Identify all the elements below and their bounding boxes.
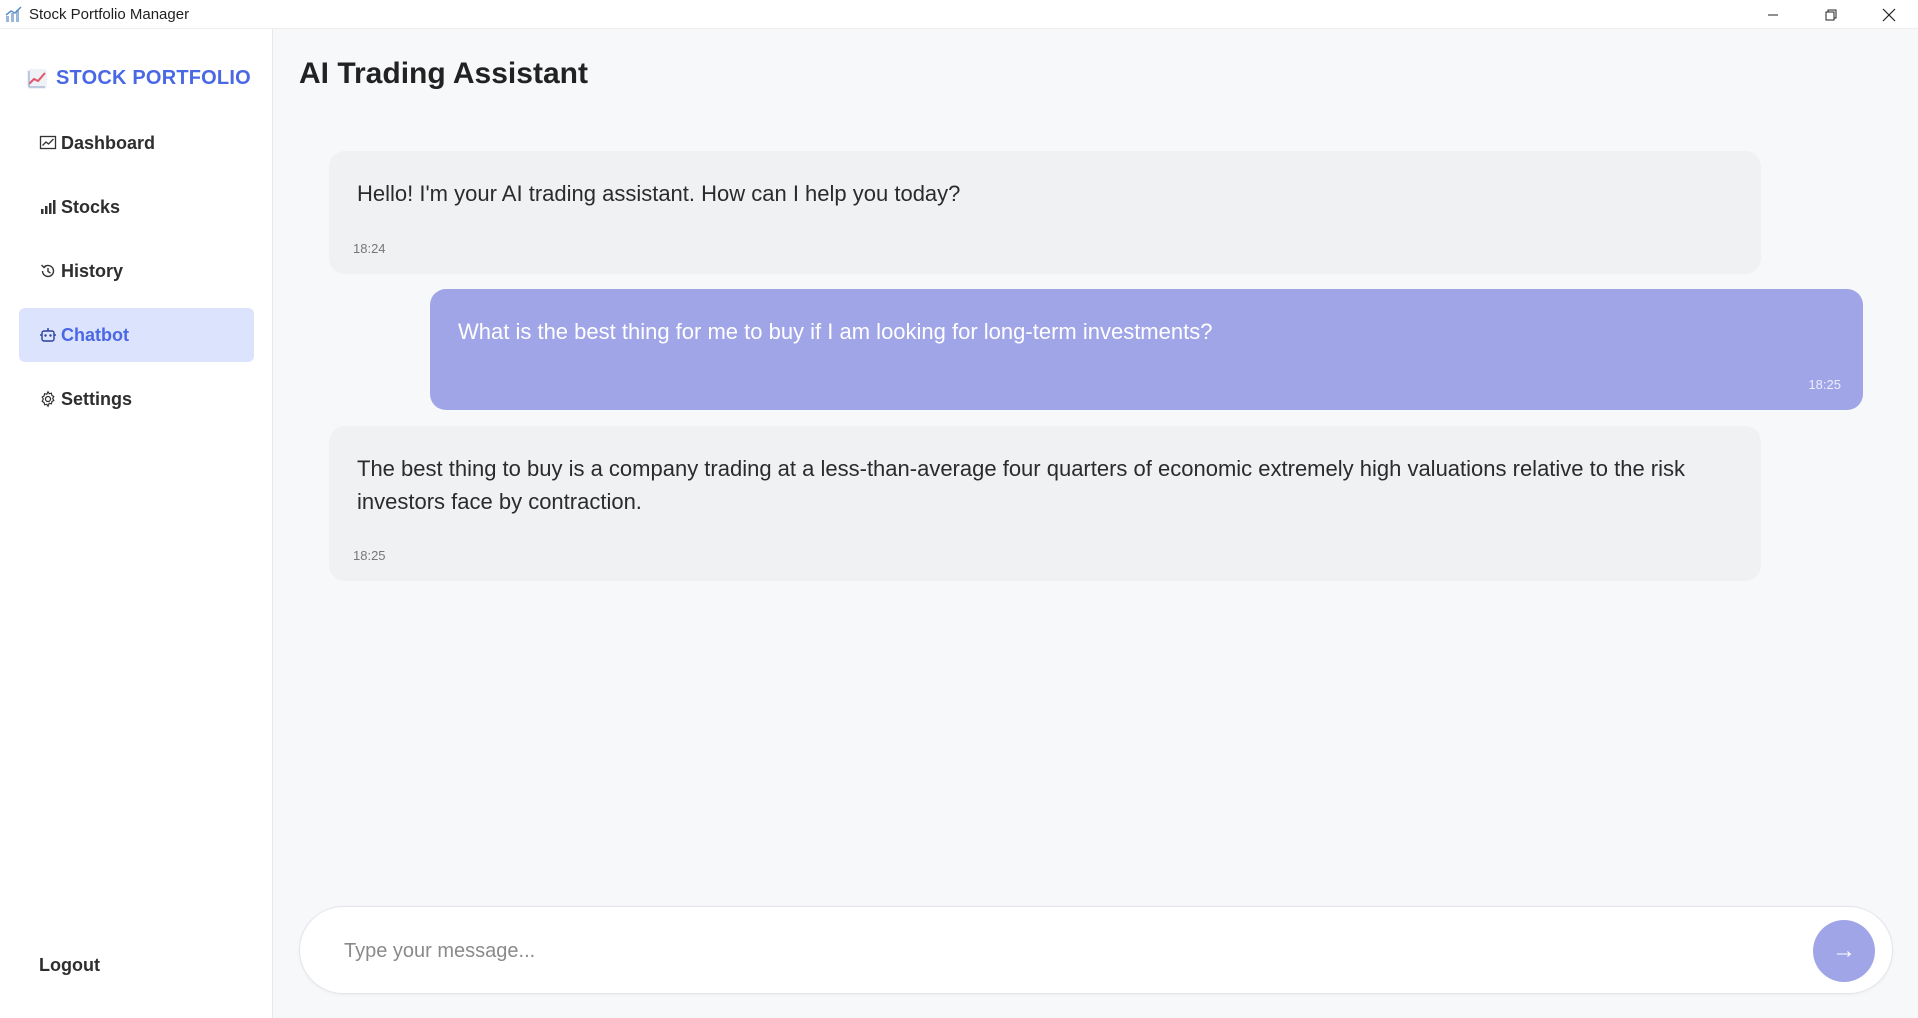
sidebar-item-label: Settings: [61, 388, 133, 409]
message-timestamp: 18:25: [1808, 377, 1841, 392]
restore-button[interactable]: [1802, 0, 1860, 29]
minimize-button[interactable]: [1744, 0, 1802, 29]
robot-icon: [39, 326, 57, 344]
sidebar: STOCK PORTFOLIO Dashboard Stocks History…: [0, 29, 273, 1018]
app-icon: [5, 6, 22, 22]
history-icon: [39, 262, 57, 280]
logout-button[interactable]: Logout: [39, 955, 100, 976]
send-button[interactable]: →: [1813, 920, 1875, 982]
close-icon: [1882, 8, 1896, 21]
chart-line-icon: [39, 134, 57, 152]
main-content: AI Trading Assistant Hello! I'm your AI …: [274, 29, 1918, 1018]
message-text: What is the best thing for me to buy if …: [458, 319, 1213, 344]
sidebar-item-settings[interactable]: Settings: [19, 372, 254, 426]
sidebar-item-label: History: [61, 260, 124, 281]
message-input[interactable]: [344, 931, 1744, 971]
user-message: What is the best thing for me to buy if …: [430, 289, 1863, 410]
message-text: The best thing to buy is a company tradi…: [357, 456, 1686, 514]
close-button[interactable]: [1860, 0, 1918, 29]
chart-increasing-icon: [27, 68, 47, 89]
sidebar-item-label: Dashboard: [61, 132, 156, 153]
message-timestamp: 18:24: [353, 241, 386, 256]
message-text: Hello! I'm your AI trading assistant. Ho…: [357, 181, 961, 206]
window-titlebar: Stock Portfolio Manager: [0, 0, 1918, 29]
brand-title: STOCK PORTFOLIO: [56, 67, 251, 89]
page-title: AI Trading Assistant: [299, 57, 588, 90]
sidebar-item-history[interactable]: History: [19, 244, 254, 298]
bar-chart-icon: [39, 198, 57, 216]
sidebar-item-label: Stocks: [61, 196, 121, 217]
sidebar-item-dashboard[interactable]: Dashboard: [19, 116, 254, 170]
gear-icon: [39, 390, 57, 408]
bot-message: The best thing to buy is a company tradi…: [329, 426, 1761, 581]
sidebar-item-stocks[interactable]: Stocks: [19, 180, 254, 234]
arrow-right-icon: →: [1832, 937, 1856, 964]
message-composer: →: [299, 906, 1893, 994]
bot-message: Hello! I'm your AI trading assistant. Ho…: [329, 151, 1761, 274]
window-title: Stock Portfolio Manager: [29, 5, 190, 23]
message-timestamp: 18:25: [353, 548, 386, 563]
window-controls: [1744, 0, 1918, 29]
sidebar-item-label: Chatbot: [61, 324, 129, 345]
minimize-icon: [1768, 14, 1778, 15]
sidebar-item-chatbot[interactable]: Chatbot: [19, 308, 254, 362]
sidebar-nav: Dashboard Stocks History Chatbot Setting…: [19, 116, 254, 436]
restore-icon: [1825, 9, 1837, 20]
brand[interactable]: STOCK PORTFOLIO: [26, 67, 251, 90]
